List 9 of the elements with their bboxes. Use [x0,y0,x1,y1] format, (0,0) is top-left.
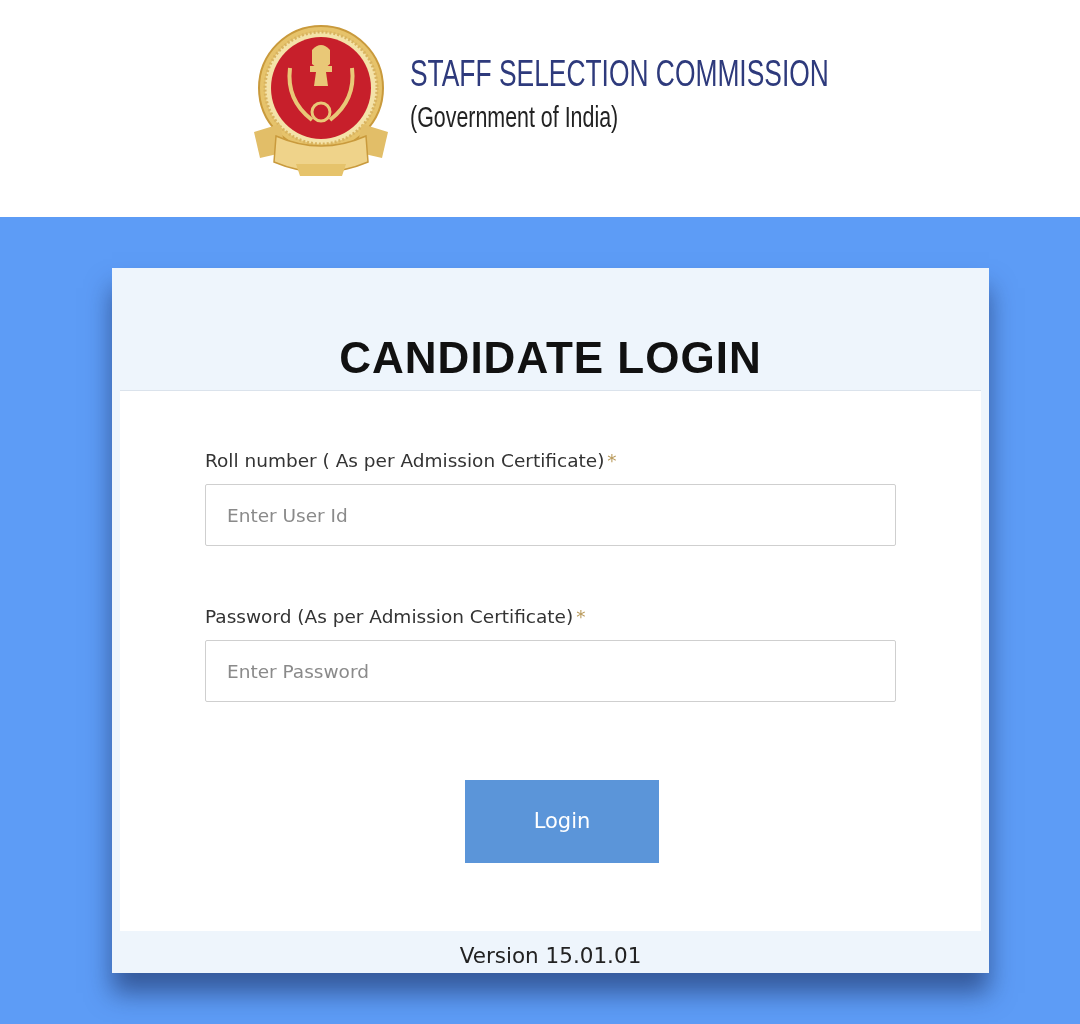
input-field[interactable]: Enter User Id [205,484,896,546]
organization-subtitle: (Government of India) [410,103,619,132]
login-button[interactable]: Login [465,780,659,863]
login-title: CANDIDATE LOGIN [339,333,762,382]
version-text: Version 15.01.01 [459,941,642,970]
organization-name: STAFF SELECTION COMMISSION [410,56,829,92]
input-field[interactable]: Enter Password [205,640,896,702]
field-label: Roll number ( As per Admission Certificate) * [205,449,618,473]
field-label: Password (As per Admission Certificate) * [205,605,587,629]
